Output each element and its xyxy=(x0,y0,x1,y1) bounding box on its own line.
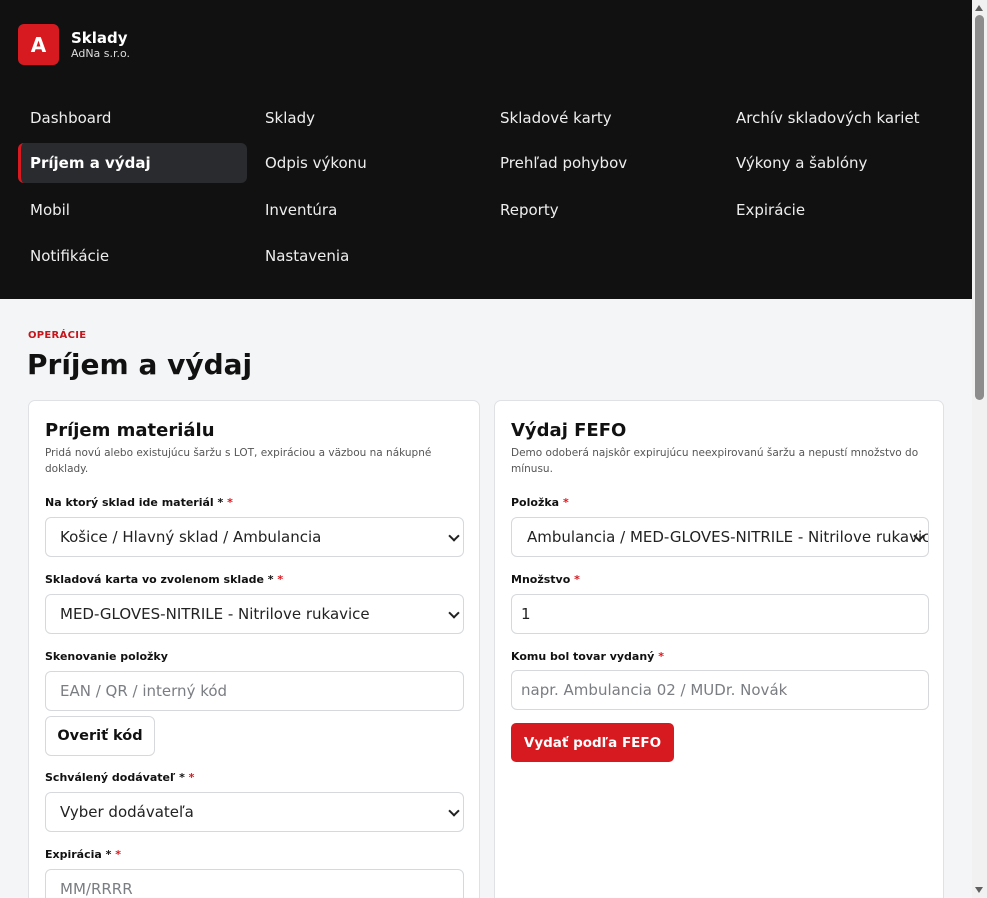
expiry-input[interactable]: MM/RRRR xyxy=(45,869,464,898)
recipient-label: Komu bol tovar vydaný * xyxy=(511,650,664,663)
nav-item-mobil[interactable]: Mobil xyxy=(18,190,247,230)
nav-item-reporty[interactable]: Reporty xyxy=(488,190,717,230)
item-label: Položka * xyxy=(511,496,569,509)
receipt-card-title: Príjem materiálu xyxy=(45,420,215,441)
chevron-down-icon xyxy=(448,805,460,817)
page-title: Príjem a výdaj xyxy=(27,348,253,381)
scrollbar-thumb[interactable] xyxy=(975,15,984,400)
scroll-down-arrow-icon[interactable] xyxy=(975,887,983,893)
brand-subtitle: AdNa s.r.o. xyxy=(71,46,131,60)
brand[interactable]: A Sklady AdNa s.r.o. xyxy=(18,24,130,65)
nav-item-archiv-skladovych-kariet[interactable]: Archív skladových kariet xyxy=(724,98,953,138)
stock-card-label: Skladová karta vo zvolenom sklade * * xyxy=(45,573,284,586)
warehouse-label: Na ktorý sklad ide materiál * * xyxy=(45,496,233,509)
supplier-label: Schválený dodávateľ * * xyxy=(45,771,195,784)
nav-item-vykony-a-sablony[interactable]: Výkony a šablóny xyxy=(724,143,953,183)
nav-item-expiracie[interactable]: Expirácie xyxy=(724,190,953,230)
issue-fefo-button[interactable]: Vydať podľa FEFO xyxy=(511,723,674,762)
stock-card-select[interactable]: MED-GLOVES-NITRILE - Nitrilove rukavice xyxy=(45,594,464,634)
required-marker: * xyxy=(562,496,569,509)
scan-label: Skenovanie položky xyxy=(45,650,168,663)
warehouse-select[interactable]: Košice / Hlavný sklad / Ambulancia xyxy=(45,517,464,557)
brand-logo-icon: A xyxy=(18,24,59,65)
nav-item-dashboard[interactable]: Dashboard xyxy=(18,98,247,138)
nav-item-prehlad-pohybov[interactable]: Prehľad pohybov xyxy=(488,143,717,183)
nav-item-skladove-karty[interactable]: Skladové karty xyxy=(488,98,717,138)
supplier-select[interactable]: Vyber dodávateľa xyxy=(45,792,464,832)
chevron-down-icon xyxy=(448,530,460,542)
required-marker: * xyxy=(188,771,195,784)
issue-fefo-card: Výdaj FEFO Demo odoberá najskôr expirujú… xyxy=(494,400,944,898)
nav-item-prijem-a-vydaj[interactable]: Príjem a výdaj xyxy=(18,143,247,183)
issue-card-description: Demo odoberá najskôr expirujúcu neexpiro… xyxy=(511,447,919,475)
scan-input[interactable]: EAN / QR / interný kód xyxy=(45,671,464,711)
required-marker: * xyxy=(658,650,664,663)
scroll-up-arrow-icon[interactable] xyxy=(975,5,983,11)
receipt-card: Príjem materiálu Pridá novú alebo existu… xyxy=(28,400,480,898)
nav-item-nastavenia[interactable]: Nastavenia xyxy=(253,236,482,276)
required-marker: * xyxy=(574,573,580,586)
required-marker: * xyxy=(227,496,233,509)
quantity-input[interactable]: 1 xyxy=(511,594,929,634)
section-eyebrow: OPERÁCIE xyxy=(28,330,87,341)
receipt-card-description: Pridá novú alebo existujúcu šaržu s LOT,… xyxy=(45,447,432,475)
brand-title: Sklady xyxy=(71,28,128,47)
chevron-down-icon xyxy=(448,607,460,619)
quantity-label: Množstvo * xyxy=(511,573,580,586)
verify-code-button[interactable]: Overiť kód xyxy=(45,716,155,756)
recipient-input[interactable]: napr. Ambulancia 02 / MUDr. Novák xyxy=(511,670,929,710)
page-scrollbar[interactable] xyxy=(972,0,987,898)
required-marker: * xyxy=(277,573,284,586)
item-select[interactable]: Ambulancia / MED-GLOVES-NITRILE - Nitril… xyxy=(511,517,929,557)
top-navigation-bar: A Sklady AdNa s.r.o. Dashboard Sklady Sk… xyxy=(0,0,972,299)
expiry-label: Expirácia * * xyxy=(45,848,122,861)
nav-item-inventura[interactable]: Inventúra xyxy=(253,190,482,230)
nav-item-sklady[interactable]: Sklady xyxy=(253,98,482,138)
nav-item-odpis-vykonu[interactable]: Odpis výkonu xyxy=(253,143,482,183)
issue-card-title: Výdaj FEFO xyxy=(511,420,627,441)
nav-item-notifikacie[interactable]: Notifikácie xyxy=(18,236,247,276)
required-marker: * xyxy=(115,848,122,861)
